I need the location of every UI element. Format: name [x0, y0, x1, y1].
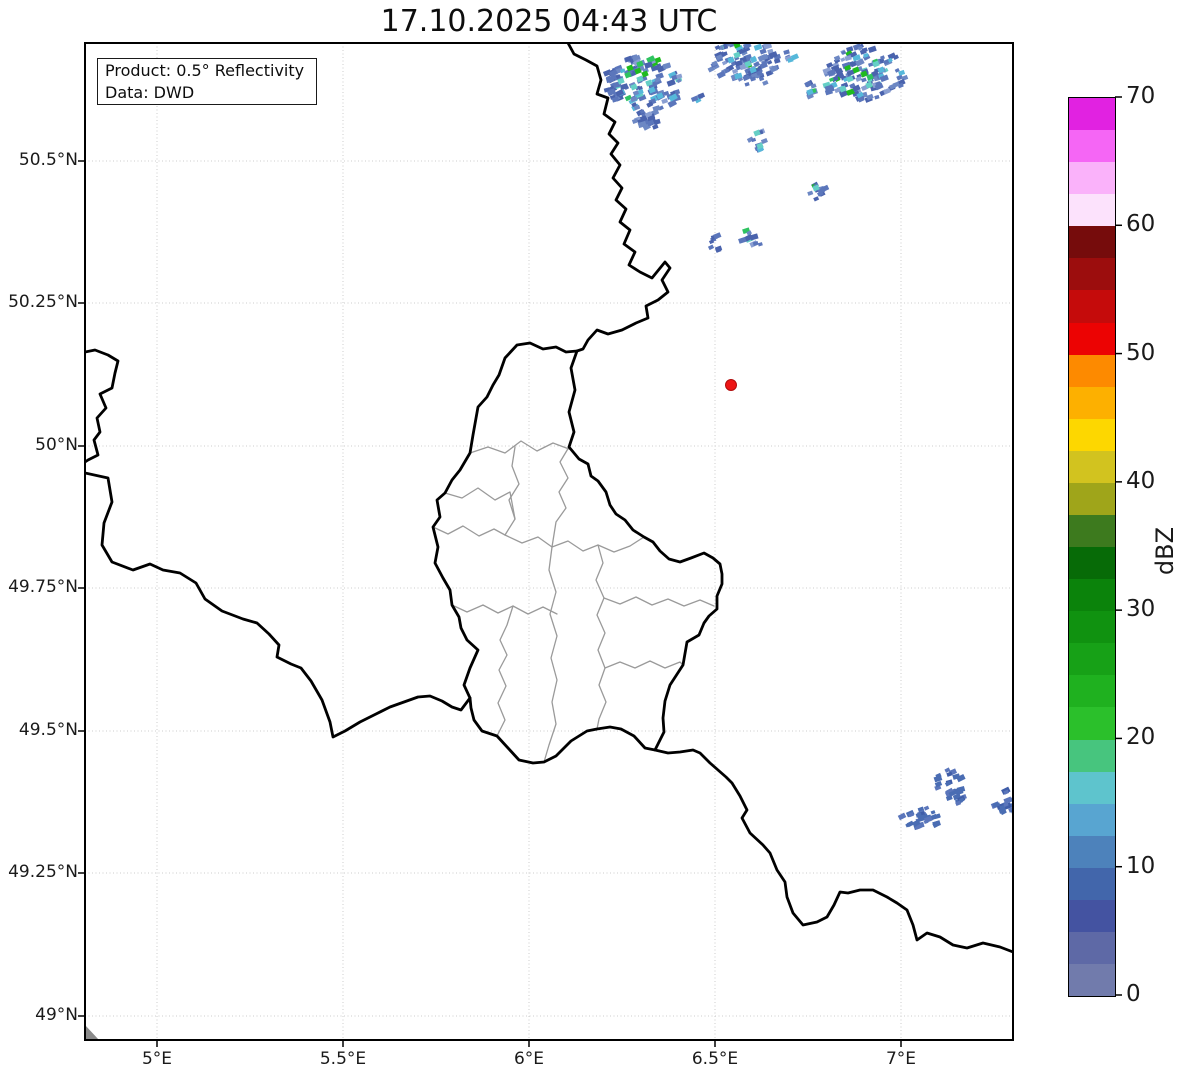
x-tick-label: 7°E — [885, 1049, 917, 1069]
colorbar-tick-label: 30 — [1126, 596, 1156, 623]
colorbar-band — [1069, 450, 1115, 483]
annotation-box: Product: 0.5° Reflectivity Data: DWD — [97, 58, 317, 105]
colorbar-label: dBZ — [1151, 526, 1179, 576]
colorbar-band — [1069, 707, 1115, 740]
colorbar-band — [1069, 258, 1115, 291]
annotation-data-line: Data: DWD — [105, 83, 195, 102]
y-tick-label: 50.25°N — [8, 292, 78, 312]
colorbar-band — [1069, 771, 1115, 804]
colorbar-band — [1069, 162, 1115, 195]
map-canvas — [78, 42, 1122, 1047]
y-tick-label: 49.25°N — [8, 862, 78, 882]
colorbar-band — [1069, 579, 1115, 612]
colorbar-tick-label: 70 — [1126, 83, 1156, 109]
colorbar-band — [1069, 547, 1115, 580]
colorbar-band — [1069, 194, 1115, 227]
colorbar-tick-label: 10 — [1126, 852, 1156, 879]
corner-artifact — [85, 1025, 99, 1040]
colorbar-band — [1069, 226, 1115, 259]
annotation-product-line: Product: 0.5° Reflectivity — [105, 61, 305, 80]
colorbar-band — [1069, 418, 1115, 451]
colorbar-tick-label: 40 — [1126, 467, 1156, 494]
colorbar-band — [1069, 964, 1115, 997]
colorbar — [1068, 97, 1116, 997]
colorbar-band — [1069, 354, 1115, 387]
colorbar-band — [1069, 835, 1115, 868]
colorbar-band — [1069, 899, 1115, 933]
country-borders — [85, 43, 1013, 954]
colorbar-band — [1069, 515, 1115, 548]
y-tick-label: 50.5°N — [18, 150, 78, 170]
colorbar-tick-label: 50 — [1126, 339, 1156, 366]
colorbar-tick-marks — [1115, 96, 1122, 996]
colorbar-band — [1069, 386, 1115, 419]
figure-title: 17.10.2025 04:43 UTC — [380, 4, 718, 39]
colorbar-band — [1069, 130, 1115, 163]
radar-cells — [602, 43, 1013, 831]
colorbar-band — [1069, 322, 1115, 355]
colorbar-band — [1069, 867, 1115, 900]
axis-tick-marks — [78, 160, 902, 1047]
colorbar-band — [1069, 98, 1115, 131]
y-tick-label: 50°N — [35, 435, 78, 455]
colorbar-band — [1069, 482, 1115, 516]
y-tick-label: 49.75°N — [8, 577, 78, 597]
location-marker — [725, 379, 737, 391]
colorbar-band — [1069, 290, 1115, 323]
colorbar-tick-label: 60 — [1126, 211, 1156, 238]
colorbar-tick-label: 0 — [1126, 981, 1141, 1007]
colorbar-band — [1069, 803, 1115, 836]
x-tick-label: 5°E — [141, 1049, 173, 1069]
colorbar-tick-label: 20 — [1126, 724, 1156, 751]
colorbar-band — [1069, 611, 1115, 644]
y-tick-label: 49.5°N — [18, 720, 78, 740]
x-tick-label: 6°E — [513, 1049, 545, 1069]
map-content — [85, 43, 1013, 1040]
x-tick-label: 6.5°E — [691, 1049, 739, 1069]
colorbar-band — [1069, 643, 1115, 676]
colorbar-band — [1069, 675, 1115, 708]
canton-borders — [432, 440, 715, 763]
y-tick-label: 49°N — [35, 1005, 78, 1025]
radar-figure: 17.10.2025 04:43 UTC Product: 0.5° Refle… — [0, 0, 1202, 1081]
colorbar-band — [1069, 932, 1115, 965]
x-tick-label: 5.5°E — [319, 1049, 367, 1069]
colorbar-band — [1069, 739, 1115, 772]
